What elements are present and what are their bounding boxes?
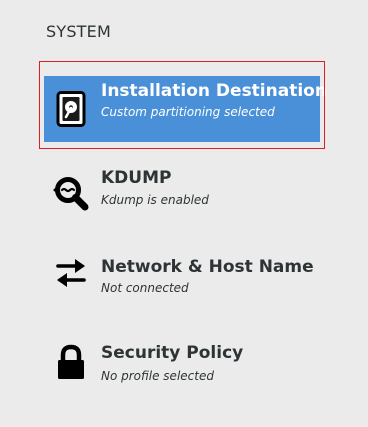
- spoke-network-host-name[interactable]: Network & Host Name Not connected: [44, 240, 320, 306]
- hard-disk-icon: [52, 90, 90, 128]
- spoke-title: Security Policy: [101, 343, 244, 363]
- spoke-status: No profile selected: [101, 369, 214, 383]
- spoke-status: Not connected: [101, 281, 189, 295]
- network-arrows-icon: [52, 254, 90, 292]
- magnifier-icon: [52, 174, 90, 212]
- padlock-icon: [52, 344, 90, 382]
- spoke-status: Kdump is enabled: [101, 193, 209, 207]
- section-heading-system: SYSTEM: [46, 22, 111, 41]
- spoke-kdump[interactable]: KDUMP Kdump is enabled: [44, 160, 320, 226]
- spoke-security-policy[interactable]: Security Policy No profile selected: [44, 330, 320, 396]
- spoke-installation-destination[interactable]: Installation Destination Custom partitio…: [44, 76, 327, 142]
- spoke-status: Custom partitioning selected: [101, 105, 275, 119]
- spoke-title: Network & Host Name: [101, 257, 314, 277]
- spoke-title: KDUMP: [101, 168, 172, 188]
- spoke-title: Installation Destination: [101, 81, 327, 101]
